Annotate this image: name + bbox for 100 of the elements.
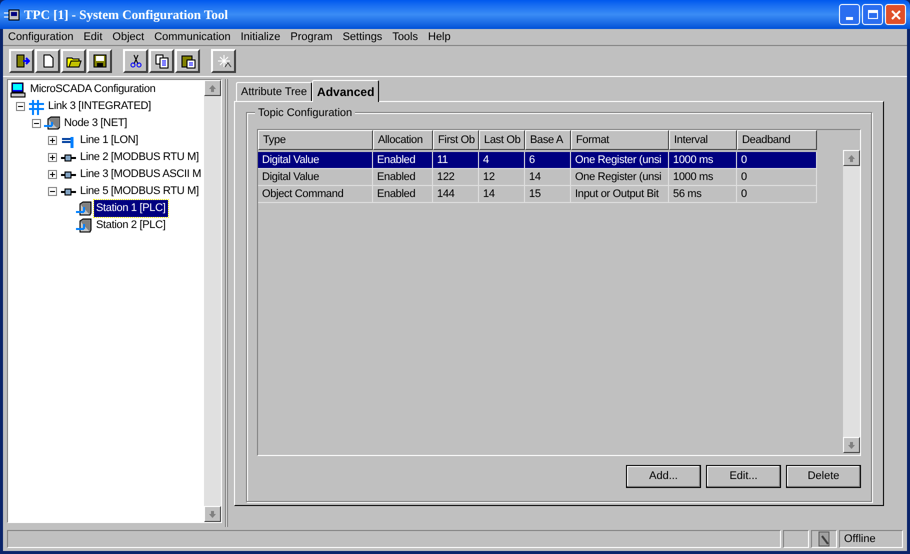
tree-item[interactable]: Line 2 [MODBUS RTU M] <box>78 149 201 166</box>
copy-icon <box>154 53 170 69</box>
arrow-down-icon <box>848 442 855 448</box>
scissors-icon <box>128 53 144 69</box>
table-cell: 12 <box>479 169 525 186</box>
column-header[interactable]: Deadband <box>737 130 817 150</box>
table-row[interactable]: Object Command Enabled 144 14 15 Input or Output Bit 56 ms 0 <box>258 186 817 203</box>
close-button[interactable] <box>885 4 906 25</box>
table-cell: 11 <box>433 152 479 169</box>
table-cell: 144 <box>433 186 479 203</box>
menu-item[interactable]: Communication <box>149 28 236 46</box>
dialog-button[interactable]: Edit... <box>706 465 781 488</box>
tree-item[interactable]: Station 2 [PLC] <box>94 217 168 234</box>
device-icon <box>44 116 60 132</box>
tree-item[interactable]: Node 3 [NET] <box>62 115 130 132</box>
table-cell: 0 <box>737 186 817 203</box>
toolbar-button[interactable] <box>211 49 236 73</box>
menu-item[interactable]: Tools <box>387 28 423 46</box>
tree-item[interactable]: MicroSCADA Configuration <box>28 81 158 98</box>
table-cell: 1000 ms <box>669 152 737 169</box>
device-icon <box>76 218 92 234</box>
column-header[interactable]: Interval <box>669 130 737 150</box>
status-text: Offline <box>839 530 903 548</box>
table-cell: One Register (unsi <box>571 152 669 169</box>
menu-item[interactable]: Settings <box>338 28 388 46</box>
table-cell: Enabled <box>373 186 433 203</box>
column-header[interactable]: Base A <box>525 130 571 150</box>
arrow-down-icon <box>209 510 216 518</box>
column-header[interactable]: Last Ob <box>479 130 525 150</box>
column-header[interactable]: Format <box>571 130 669 150</box>
computer-icon <box>10 82 26 98</box>
tree-item[interactable]: Link 3 [INTEGRATED] <box>46 98 153 115</box>
table-cell: Enabled <box>373 152 433 169</box>
table-cell: Digital Value <box>258 152 373 169</box>
collapse-icon[interactable] <box>32 119 41 128</box>
arrow-up-icon <box>848 154 855 162</box>
menu-item[interactable]: Program <box>285 28 338 46</box>
column-header[interactable]: Type <box>258 130 373 150</box>
scroll-down-button[interactable] <box>843 437 860 453</box>
menu-item[interactable]: Initialize <box>236 28 286 46</box>
tab[interactable]: Advanced <box>312 80 380 102</box>
table-cell: Input or Output Bit <box>571 186 669 203</box>
expand-icon[interactable] <box>48 170 57 179</box>
table-cell: 122 <box>433 169 479 186</box>
notebook-icon <box>817 531 831 547</box>
column-header[interactable]: First Ob <box>433 130 479 150</box>
collapse-icon[interactable] <box>48 187 57 196</box>
expand-icon[interactable] <box>48 136 57 145</box>
menu-item[interactable]: Object <box>107 28 150 46</box>
toolbar-button[interactable] <box>35 49 60 73</box>
table-cell: 14 <box>479 186 525 203</box>
scroll-up-button[interactable] <box>204 80 221 96</box>
dialog-button[interactable]: Delete <box>786 465 861 488</box>
group-title: Topic Configuration <box>255 105 356 122</box>
grid-icon <box>28 98 44 114</box>
table-cell: Digital Value <box>258 169 373 186</box>
menu-item[interactable]: Edit <box>78 28 108 46</box>
window-title: TPC [1] - System Configuration Tool <box>24 6 228 24</box>
exit-door-icon <box>14 53 30 69</box>
tree-item[interactable]: Line 3 [MODBUS ASCII M <box>78 166 204 183</box>
menu-item[interactable]: Configuration <box>3 28 78 46</box>
table-cell: 56 ms <box>669 186 737 203</box>
close-icon <box>890 10 900 20</box>
column-header[interactable]: Allocation <box>373 130 433 150</box>
table-cell: 6 <box>525 152 571 169</box>
menu-item[interactable]: Help <box>423 28 456 46</box>
tree-item[interactable]: Line 1 [LON] <box>78 132 140 149</box>
device-icon <box>76 200 92 216</box>
arrow-up-icon <box>209 84 216 92</box>
toolbar-button[interactable] <box>175 49 200 73</box>
table-cell: 4 <box>479 152 525 169</box>
table-cell: One Register (unsi <box>571 169 669 186</box>
table-cell: 15 <box>525 186 571 203</box>
paste-icon <box>180 53 196 69</box>
toolbar-button[interactable] <box>9 49 34 73</box>
status-panel <box>783 530 809 548</box>
table-cell: Enabled <box>373 169 433 186</box>
table-row[interactable]: Digital Value Enabled 11 4 6 One Register (unsi 1000 ms 0 <box>258 152 817 169</box>
toolbar-button[interactable] <box>87 49 112 73</box>
sparkle-icon <box>216 53 232 69</box>
tree-item[interactable]: Station 1 [PLC] <box>94 200 168 217</box>
table-cell: 0 <box>737 152 817 169</box>
collapse-icon[interactable] <box>16 102 25 111</box>
table-row[interactable]: Digital Value Enabled 122 12 14 One Register (unsi 1000 ms 0 <box>258 169 817 186</box>
toolbar-button[interactable] <box>123 49 148 73</box>
toolbar-button[interactable] <box>149 49 174 73</box>
maximize-button[interactable] <box>862 4 883 25</box>
scroll-up-button[interactable] <box>843 150 860 166</box>
app-icon <box>4 8 20 22</box>
tree-item[interactable]: Line 5 [MODBUS RTU M] <box>78 183 201 200</box>
table-cell: Object Command <box>258 186 373 203</box>
minimize-button[interactable] <box>839 4 860 25</box>
table-cell: 1000 ms <box>669 169 737 186</box>
scroll-down-button[interactable] <box>204 506 221 522</box>
expand-icon[interactable] <box>48 153 57 162</box>
toolbar-button[interactable] <box>61 49 86 73</box>
save-icon <box>92 53 108 69</box>
dialog-button[interactable]: Add... <box>626 465 701 488</box>
table-cell: 0 <box>737 169 817 186</box>
tab[interactable]: Attribute Tree <box>236 82 312 101</box>
